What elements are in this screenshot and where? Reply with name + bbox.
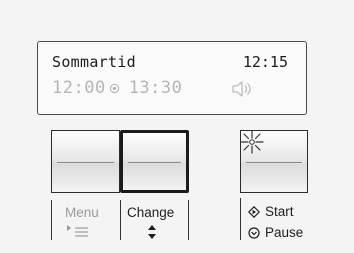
speaker-icon xyxy=(232,81,251,97)
burst-indicator-icon xyxy=(240,130,264,154)
menu-label: Menu xyxy=(65,205,99,220)
end-time: 13:30 xyxy=(128,78,183,98)
start-diamond-icon xyxy=(248,206,260,218)
lcd-display: Sommartid 12:15 12:00 13:30 xyxy=(37,41,307,115)
button-line xyxy=(246,161,302,163)
clock-time: 12:15 xyxy=(242,53,288,71)
separator xyxy=(240,198,241,240)
button-line xyxy=(128,161,181,163)
button-line xyxy=(57,161,114,163)
control-panel: Sommartid 12:15 12:00 13:30 Menu Change … xyxy=(0,0,354,253)
pause-label: Pause xyxy=(265,225,304,240)
start-time: 12:00 xyxy=(52,78,106,98)
separator xyxy=(188,200,189,240)
menu-button[interactable] xyxy=(51,130,120,193)
change-button[interactable] xyxy=(120,130,189,193)
change-label: Change xyxy=(127,205,175,220)
start-label: Start xyxy=(265,204,294,219)
up-down-arrows-icon xyxy=(148,225,156,239)
pause-circle-icon xyxy=(248,227,260,239)
start-pause-button[interactable] xyxy=(240,130,308,193)
time-range: 12:00 13:30 xyxy=(52,78,182,98)
mode-text: Sommartid xyxy=(52,53,136,71)
temperature-dot-icon xyxy=(109,83,119,93)
menu-arrow-lines-icon xyxy=(67,225,88,237)
separator xyxy=(120,200,121,240)
separator xyxy=(51,200,52,240)
